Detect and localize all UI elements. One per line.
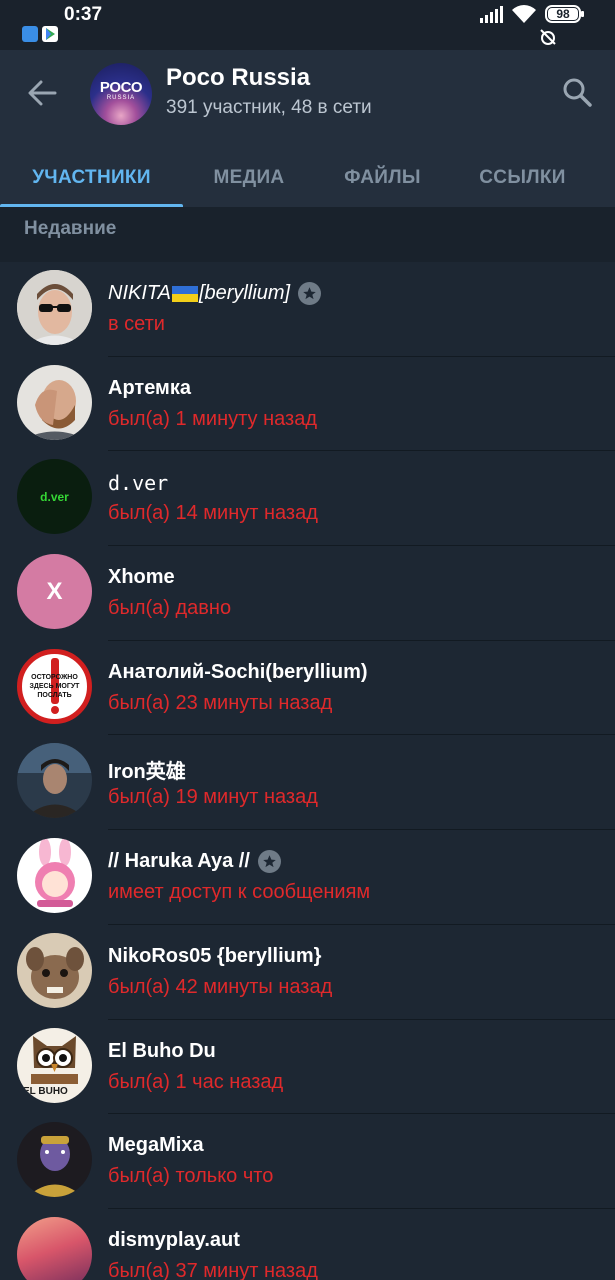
member-avatar bbox=[17, 932, 92, 1008]
member-row[interactable]: // Haruka Aya // имеет доступ к сообщени… bbox=[0, 830, 615, 925]
member-status: был(а) только что bbox=[108, 1165, 274, 1188]
member-avatar bbox=[17, 270, 92, 345]
play-store-icon bbox=[42, 26, 58, 42]
search-icon bbox=[563, 78, 592, 107]
member-row[interactable]: EL BUHO El Buho Du был(а) 1 час назад bbox=[0, 1020, 615, 1115]
section-label: Недавние bbox=[24, 218, 117, 239]
member-avatar: d.ver bbox=[17, 459, 92, 535]
member-name: NikoRos05 {beryllium} bbox=[108, 944, 322, 967]
member-avatar bbox=[17, 1122, 92, 1198]
notification-icons bbox=[22, 26, 58, 42]
member-avatar bbox=[17, 1216, 92, 1280]
member-name: NIKITA [beryllium] bbox=[108, 282, 322, 305]
status-bar: 0:37 98 bbox=[0, 0, 615, 50]
member-status: был(а) 19 минут назад bbox=[108, 786, 318, 809]
member-status: был(а) давно bbox=[108, 597, 232, 620]
member-avatar: X bbox=[17, 554, 92, 630]
wifi-icon bbox=[512, 5, 536, 23]
member-status: был(а) 1 минуту назад bbox=[108, 407, 317, 430]
member-row[interactable]: NikoRos05 {beryllium} был(а) 42 минуты н… bbox=[0, 925, 615, 1020]
chat-title[interactable]: Poco Russia bbox=[166, 64, 310, 92]
tab-bar: УЧАСТНИКИ МЕДИА ФАЙЛЫ ССЫЛКИ bbox=[0, 148, 615, 207]
member-avatar bbox=[17, 838, 92, 914]
member-row[interactable]: NIKITA [beryllium] в сети bbox=[0, 262, 615, 357]
tab-links[interactable]: ССЫЛКИ bbox=[450, 148, 595, 207]
member-name: MegaMixa bbox=[108, 1134, 204, 1157]
member-name-text: // Haruka Aya // bbox=[108, 850, 250, 873]
member-name-part: NIKITA bbox=[108, 282, 171, 304]
member-status: был(а) 42 минуты назад bbox=[108, 975, 333, 998]
signal-icon bbox=[480, 6, 503, 23]
admin-star-icon bbox=[257, 850, 281, 874]
avatar-brand: POCO bbox=[99, 78, 143, 96]
arrow-left-icon bbox=[28, 80, 57, 106]
status-right: 98 bbox=[479, 4, 584, 24]
avatar-text: d.ver bbox=[40, 489, 69, 504]
member-status: был(а) 14 минут назад bbox=[108, 502, 318, 525]
member-list: NIKITA [beryllium] в сети Артемка был(а)… bbox=[0, 262, 615, 1280]
member-status: был(а) 1 час назад bbox=[108, 1070, 284, 1093]
back-button[interactable] bbox=[22, 76, 62, 110]
member-name: Iron英雄 bbox=[108, 761, 186, 784]
member-avatar: EL BUHO bbox=[17, 1027, 92, 1103]
avatar-sub: RUSSIA bbox=[106, 94, 136, 101]
member-name: d.ver bbox=[108, 471, 169, 496]
member-name: // Haruka Aya // bbox=[108, 850, 281, 874]
admin-star-icon bbox=[298, 282, 322, 305]
app-notification-icon bbox=[22, 26, 38, 42]
member-status: был(а) 37 минут назад bbox=[108, 1259, 318, 1280]
tab-files[interactable]: ФАЙЛЫ bbox=[315, 148, 450, 207]
avatar-text: ОСТОРОЖНО ЗДЕСЬ МОГУТ ПОСЛАТЬ bbox=[29, 673, 80, 699]
search-button[interactable] bbox=[559, 74, 595, 110]
chat-avatar[interactable]: POCO RUSSIA bbox=[90, 63, 152, 125]
avatar-letter: X bbox=[46, 577, 63, 605]
battery-level: 98 bbox=[556, 7, 570, 21]
avatar-text: EL BUHO bbox=[23, 1085, 68, 1097]
member-avatar: ОСТОРОЖНО ЗДЕСЬ МОГУТ ПОСЛАТЬ bbox=[17, 648, 92, 724]
member-row[interactable]: dismyplay.aut был(а) 37 минут назад bbox=[0, 1209, 615, 1280]
battery-tip bbox=[581, 11, 584, 17]
member-name: dismyplay.aut bbox=[108, 1228, 240, 1251]
member-name: El Buho Du bbox=[108, 1039, 216, 1062]
alarm-off-icon bbox=[540, 29, 556, 45]
member-name-part: [beryllium] bbox=[198, 282, 291, 304]
tab-media[interactable]: МЕДИА bbox=[183, 148, 315, 207]
member-row[interactable]: MegaMixa был(а) только что bbox=[0, 1114, 615, 1209]
member-status: имеет доступ к сообщениям bbox=[108, 881, 371, 904]
status-time: 0:37 bbox=[64, 4, 103, 25]
battery-indicator: 98 bbox=[545, 5, 584, 23]
tab-members[interactable]: УЧАСТНИКИ bbox=[0, 148, 183, 207]
member-row[interactable]: ОСТОРОЖНО ЗДЕСЬ МОГУТ ПОСЛАТЬ Анатолий-S… bbox=[0, 641, 615, 736]
section-header: Недавние bbox=[0, 207, 615, 262]
member-row[interactable]: Артемка был(а) 1 минуту назад bbox=[0, 357, 615, 452]
ukraine-flag-icon bbox=[171, 285, 198, 302]
member-status: в сети bbox=[108, 313, 165, 335]
member-row[interactable]: Iron英雄 был(а) 19 минут назад bbox=[0, 735, 615, 831]
member-row[interactable]: X Xhome был(а) давно bbox=[0, 546, 615, 641]
member-row[interactable]: d.ver d.ver был(а) 14 минут назад bbox=[0, 451, 615, 547]
member-name: Анатолий-Sochi(beryllium) bbox=[108, 660, 368, 683]
member-avatar bbox=[17, 743, 92, 819]
chat-header: POCO RUSSIA Poco Russia 391 участник, 48… bbox=[0, 50, 615, 207]
member-name: Артемка bbox=[108, 376, 191, 399]
member-avatar bbox=[17, 364, 92, 440]
chat-subtitle: 391 участник, 48 в сети bbox=[166, 97, 372, 118]
member-status: был(а) 23 минуты назад bbox=[108, 691, 333, 714]
member-name: Xhome bbox=[108, 566, 175, 589]
